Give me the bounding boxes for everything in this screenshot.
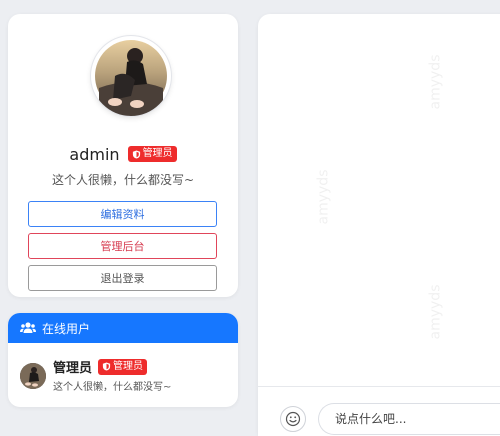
- chat-input-bar: [258, 386, 500, 436]
- online-users-title: 在线用户: [42, 321, 91, 336]
- shield-icon: [102, 362, 111, 371]
- online-users-card: 在线用户 管理员 管理员 这个人很懒，什么都没写~: [8, 313, 238, 407]
- online-users-header: 在线用户: [8, 313, 238, 343]
- online-user-bio: 这个人很懒，什么都没写~: [53, 382, 172, 393]
- user-avatar-photo: [95, 40, 167, 116]
- edit-profile-button[interactable]: 编辑资料: [28, 201, 217, 227]
- role-badge-label: 管理员: [142, 148, 173, 159]
- logout-button[interactable]: 退出登录: [28, 265, 217, 291]
- role-badge: 管理员: [127, 146, 177, 162]
- role-badge-label: 管理员: [113, 360, 144, 372]
- profile-card: admin 管理员 这个人很懒，什么都没写~ 编辑资料 管理后台 退出登录: [8, 14, 238, 297]
- watermark: amyyds: [315, 169, 332, 225]
- smile-icon: [285, 411, 301, 427]
- online-user-name-row: 管理员 管理员: [53, 357, 148, 376]
- emoji-button[interactable]: [280, 406, 306, 432]
- role-badge: 管理员: [98, 358, 148, 375]
- user-bio: 这个人很懒，什么都没写~: [51, 173, 195, 187]
- username: admin: [69, 144, 120, 164]
- shield-icon: [132, 149, 140, 159]
- chat-panel: amyyds amyyds amyyds: [258, 14, 500, 436]
- admin-panel-button[interactable]: 管理后台: [28, 233, 217, 259]
- user-avatar-photo: [20, 363, 46, 389]
- users-icon: [20, 322, 36, 333]
- online-user-name[interactable]: 管理员: [53, 357, 92, 376]
- name-row: admin 管理员: [8, 142, 238, 166]
- avatar[interactable]: [91, 36, 171, 116]
- online-user-avatar[interactable]: [20, 363, 46, 389]
- message-input[interactable]: [318, 403, 500, 435]
- watermark: amyyds: [427, 284, 444, 340]
- watermark: amyyds: [427, 54, 444, 110]
